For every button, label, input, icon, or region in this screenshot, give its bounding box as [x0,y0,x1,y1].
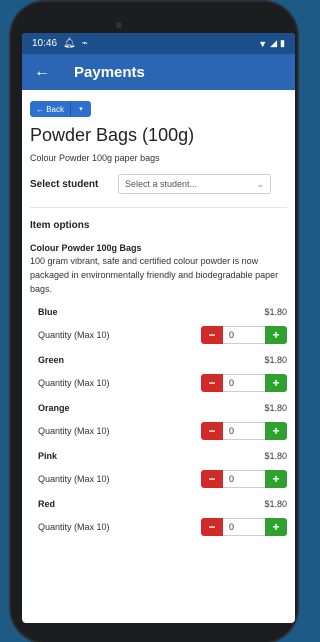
option-price: $1.80 [264,403,287,413]
quantity-label: Quantity (Max 10) [38,426,110,436]
plus-button[interactable]: + [265,518,287,536]
quantity-stepper: − 0 + [201,374,287,392]
battery-icon: ▮ [280,38,285,48]
quantity-stepper: − 0 + [201,422,287,440]
minus-button[interactable]: − [201,422,223,440]
option-name: Pink [38,451,58,461]
back-button[interactable]: ← Back [30,101,72,117]
option-name: Red [38,499,56,509]
quantity-stepper: − 0 + [201,470,287,488]
option-price: $1.80 [264,451,287,461]
divider [30,207,287,208]
item-desc-title: Colour Powder 100g Bags [30,243,142,253]
plus-button[interactable]: + [265,422,287,440]
student-label: Select student [30,178,99,190]
plus-button[interactable]: + [265,470,287,488]
student-select[interactable]: Select a student... ⌄ [118,174,271,194]
option-green: Green $1.80 Quantity (Max 10) − 0 + [30,352,287,392]
main-content: ← Back ▾ Powder Bags (100g) Colour Powde… [22,101,295,536]
minus-button[interactable]: − [201,470,223,488]
item-options-title: Item options [30,220,90,231]
option-name: Green [38,355,65,365]
quantity-label: Quantity (Max 10) [38,378,110,388]
cast-icon: ⌁ [81,38,88,49]
wifi-icon: ▼ [258,38,268,49]
back-button-group: ← Back ▾ [30,101,96,117]
student-select-placeholder: Select a student... [125,179,198,189]
option-blue: Blue $1.80 Quantity (Max 10) − 0 + [30,304,287,344]
product-subtitle: Colour Powder 100g paper bags [30,153,160,163]
bell-icon: 🔔︎ [63,38,76,49]
quantity-input[interactable]: 0 [223,422,265,440]
product-title: Powder Bags (100g) [30,125,195,145]
quantity-input[interactable]: 0 [223,374,265,392]
option-price: $1.80 [264,355,287,365]
minus-button[interactable]: − [201,518,223,536]
arrow-left-icon[interactable]: ← [34,63,64,81]
quantity-input[interactable]: 0 [223,326,265,344]
quantity-input[interactable]: 0 [223,518,265,536]
status-bar: 10:46 🔔︎ ⌁ ▼ ◢ ▮ [22,33,295,54]
minus-button[interactable]: − [201,326,223,344]
quantity-label: Quantity (Max 10) [38,522,110,532]
quantity-stepper: − 0 + [201,326,287,344]
quantity-stepper: − 0 + [201,518,287,536]
option-red: Red $1.80 Quantity (Max 10) − 0 + [30,496,287,536]
plus-button[interactable]: + [265,374,287,392]
front-camera [116,22,122,28]
quantity-input[interactable]: 0 [223,470,265,488]
minus-button[interactable]: − [201,374,223,392]
option-name: Blue [38,307,58,317]
option-name: Orange [38,403,70,413]
app-bar: ← Payments [22,54,295,90]
option-pink: Pink $1.80 Quantity (Max 10) − 0 + [30,448,287,488]
chevron-down-icon: ⌄ [256,178,264,189]
plus-button[interactable]: + [265,326,287,344]
quantity-label: Quantity (Max 10) [38,474,110,484]
option-orange: Orange $1.80 Quantity (Max 10) − 0 + [30,400,287,440]
item-desc-text: 100 gram vibrant, safe and certified col… [30,256,279,294]
app-screen: 10:46 🔔︎ ⌁ ▼ ◢ ▮ ← Payments ← Back ▾ Pow… [22,33,295,623]
quantity-label: Quantity (Max 10) [38,330,110,340]
status-time: 10:46 [32,38,58,49]
signal-icon: ◢ [270,38,278,48]
page-title: Payments [74,63,145,81]
option-price: $1.80 [264,499,287,509]
option-price: $1.80 [264,307,287,317]
chevron-down-icon[interactable]: ▾ [71,101,92,117]
student-row: Select student Select a student... ⌄ [30,174,287,194]
